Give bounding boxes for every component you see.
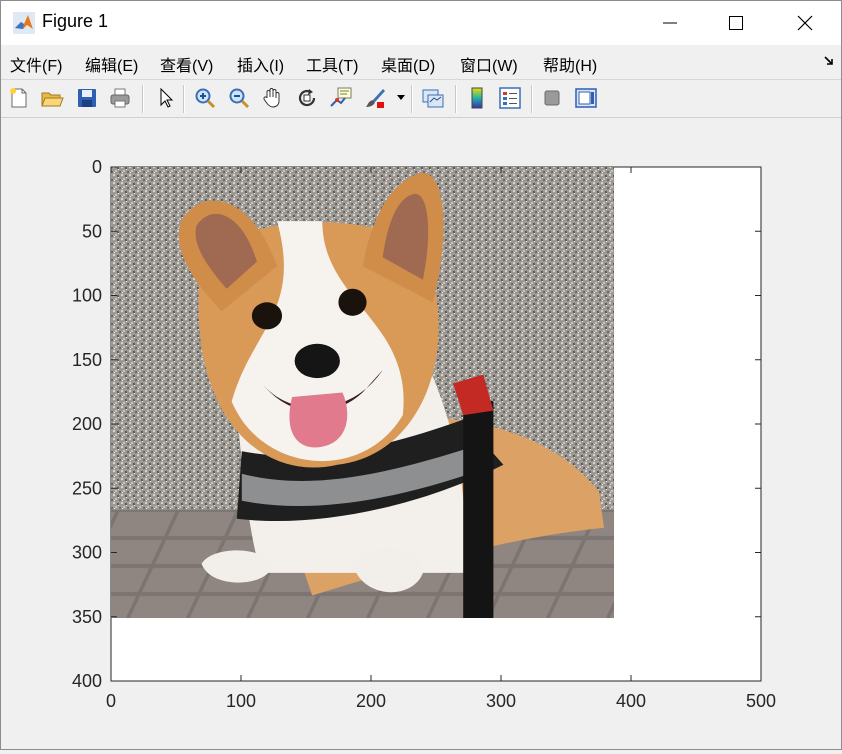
menu-view[interactable]: 查看(V) bbox=[160, 52, 213, 76]
dog-nose bbox=[294, 343, 340, 379]
y-tick-label: 300 bbox=[72, 543, 102, 563]
y-tick-label: 200 bbox=[72, 414, 102, 434]
y-tick-label: 250 bbox=[72, 478, 102, 498]
hide-plot-tools-button[interactable] bbox=[539, 85, 565, 111]
rotate-3d-icon bbox=[298, 89, 316, 107]
pan-button[interactable] bbox=[260, 85, 286, 111]
axes-container: 0 100 200 300 400 500 0 50 100 150 200 250 300 350 400 bbox=[72, 157, 776, 711]
window-title: Figure 1 bbox=[42, 11, 109, 31]
minimize-icon bbox=[663, 22, 677, 24]
legend-button[interactable] bbox=[497, 85, 523, 111]
x-tick-label: 100 bbox=[226, 691, 256, 711]
pan-hand-icon bbox=[263, 88, 280, 108]
y-tick-label: 100 bbox=[72, 286, 102, 306]
y-tick-label: 0 bbox=[92, 157, 102, 177]
y-tick-label: 350 bbox=[72, 607, 102, 627]
menu-help[interactable]: 帮助(H) bbox=[543, 52, 597, 76]
x-tick-label: 0 bbox=[106, 691, 116, 711]
title-bar[interactable]: Figure 1 bbox=[1, 1, 841, 45]
brush-icon bbox=[366, 89, 385, 108]
maximize-icon bbox=[729, 16, 743, 30]
menu-window[interactable]: 窗口(W) bbox=[460, 52, 518, 76]
x-tick-label: 200 bbox=[356, 691, 386, 711]
menu-bar: 文件(F) 编辑(E) 查看(V) 插入(I) 工具(T) 桌面(D) 窗口(W… bbox=[1, 45, 841, 79]
colorbar-icon bbox=[471, 87, 483, 109]
minimize-button[interactable] bbox=[641, 1, 699, 45]
menu-desktop[interactable]: 桌面(D) bbox=[381, 52, 435, 76]
matlab-logo-icon bbox=[13, 12, 35, 34]
print-button[interactable] bbox=[107, 85, 133, 111]
data-cursor-button[interactable] bbox=[328, 85, 354, 111]
figure-canvas: 0 100 200 300 400 500 0 50 100 150 200 250 300 350 400 bbox=[1, 118, 841, 749]
print-icon bbox=[110, 88, 130, 108]
zoom-out-button[interactable] bbox=[226, 85, 252, 111]
open-button[interactable] bbox=[39, 85, 65, 111]
save-button[interactable] bbox=[74, 85, 100, 111]
y-tick-label: 50 bbox=[82, 221, 102, 241]
toolbar-separator bbox=[142, 85, 144, 113]
show-plot-tools-button[interactable] bbox=[573, 85, 599, 111]
figure-toolbar bbox=[1, 79, 841, 118]
brush-dropdown-icon[interactable] bbox=[397, 95, 405, 101]
maximize-button[interactable] bbox=[707, 1, 765, 45]
zoom-in-button[interactable] bbox=[192, 85, 218, 111]
y-tick-label: 400 bbox=[72, 671, 102, 691]
pointer-icon bbox=[160, 87, 174, 108]
x-tick-label: 300 bbox=[486, 691, 516, 711]
new-figure-icon bbox=[10, 88, 27, 108]
dog-photo-image bbox=[111, 167, 615, 619]
data-cursor-icon bbox=[330, 87, 352, 107]
legend-icon bbox=[499, 87, 521, 109]
show-plot-tools-icon bbox=[575, 88, 597, 108]
zoom-out-icon bbox=[229, 88, 250, 109]
open-icon bbox=[41, 92, 64, 107]
toolbar-separator bbox=[183, 85, 185, 113]
dog-eye-right bbox=[338, 288, 367, 316]
toolbar-separator bbox=[411, 85, 413, 113]
close-icon bbox=[797, 15, 813, 31]
save-icon bbox=[78, 89, 96, 107]
rotate-3d-button[interactable] bbox=[294, 85, 320, 111]
menu-file[interactable]: 文件(F) bbox=[10, 52, 62, 76]
brush-button[interactable] bbox=[362, 85, 388, 111]
y-tick-label: 150 bbox=[72, 350, 102, 370]
zoom-in-icon bbox=[195, 88, 216, 109]
dock-arrow-icon[interactable] bbox=[823, 55, 835, 67]
new-figure-button[interactable] bbox=[6, 85, 32, 111]
menu-tools[interactable]: 工具(T) bbox=[306, 52, 358, 76]
menu-insert[interactable]: 插入(I) bbox=[237, 52, 284, 76]
x-tick-label: 400 bbox=[616, 691, 646, 711]
dog-leash bbox=[463, 392, 494, 618]
link-plot-icon bbox=[422, 89, 444, 108]
dog-eye-left bbox=[251, 302, 283, 330]
colorbar-button[interactable] bbox=[464, 85, 490, 111]
menu-edit[interactable]: 编辑(E) bbox=[85, 52, 138, 76]
toolbar-separator bbox=[531, 85, 533, 113]
toolbar-separator bbox=[455, 85, 457, 113]
close-button[interactable] bbox=[776, 1, 834, 45]
figure-window: Figure 1 文件(F) 编辑(E) 查看(V) 插入(I) 工具(T) 桌… bbox=[0, 0, 842, 750]
link-plot-button[interactable] bbox=[420, 85, 446, 111]
pointer-button[interactable] bbox=[153, 85, 179, 111]
x-tick-label: 500 bbox=[746, 691, 776, 711]
hide-plot-tools-icon bbox=[544, 90, 560, 106]
